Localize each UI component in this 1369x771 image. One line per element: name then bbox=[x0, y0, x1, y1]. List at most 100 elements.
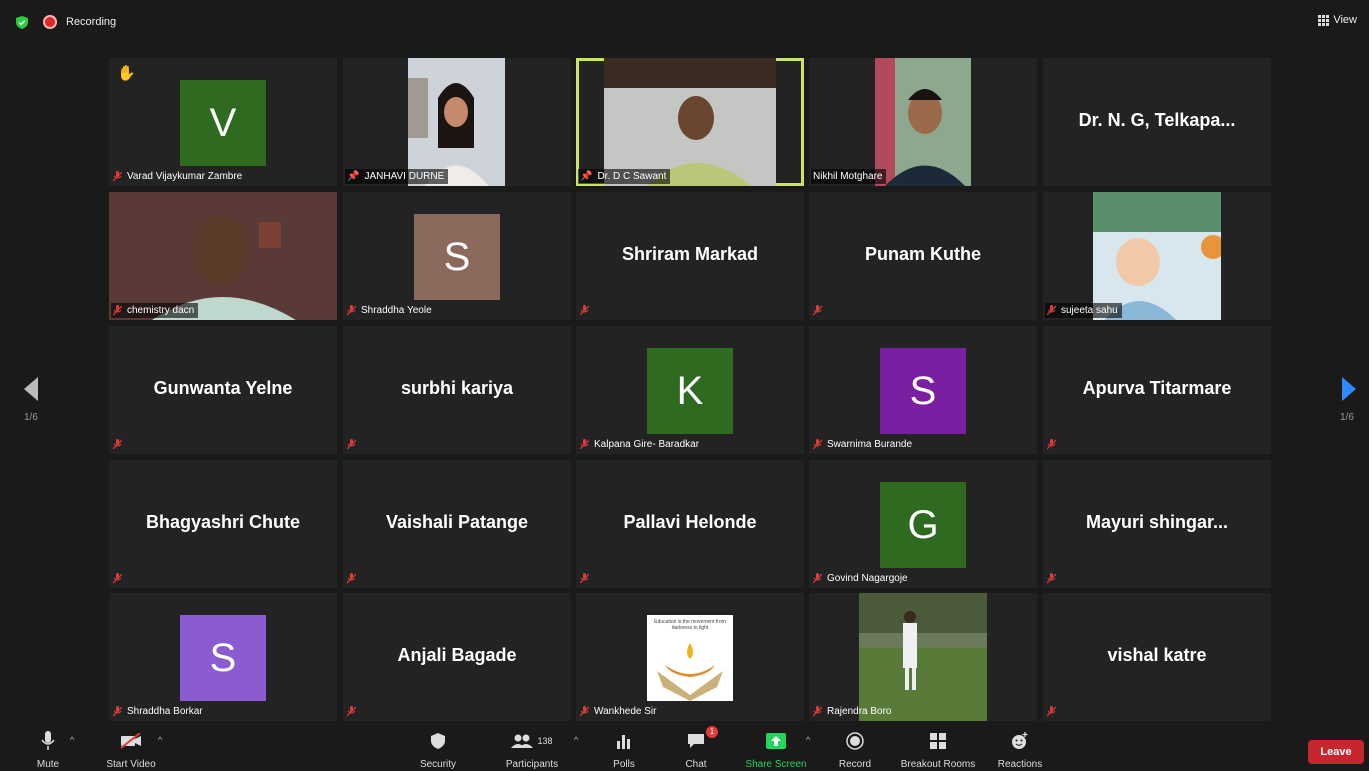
mute-options-caret-icon[interactable]: ^ bbox=[70, 735, 74, 745]
participant-tile[interactable]: 📌 JANHAVI DURNE bbox=[343, 58, 571, 186]
participant-tile[interactable]: K Kalpana Gire- Baradkar bbox=[576, 326, 804, 454]
name-label: Swarnima Burande bbox=[811, 437, 916, 452]
muted-mic-icon bbox=[1047, 573, 1056, 584]
participant-tile[interactable]: Bhagyashri Chute bbox=[109, 460, 337, 588]
participant-tile-active-speaker[interactable]: 📌 Dr. D C Sawant bbox=[576, 58, 804, 186]
name-label: Varad Vijaykumar Zambre bbox=[111, 169, 246, 184]
chat-icon bbox=[688, 734, 704, 748]
name-label bbox=[111, 571, 131, 586]
start-video-button[interactable]: Start Video bbox=[100, 729, 162, 770]
avatar: V bbox=[180, 80, 266, 166]
share-screen-label: Share Screen bbox=[745, 759, 807, 770]
participant-name: Vaishali Patange bbox=[385, 512, 529, 532]
participant-name: surbhi kariya bbox=[400, 378, 514, 398]
participant-tile[interactable]: Rajendra Boro bbox=[809, 593, 1037, 721]
name-label: Wankhede Sir bbox=[578, 704, 660, 719]
participant-name: Dr. D C Sawant bbox=[597, 171, 667, 182]
participant-tile[interactable]: Apurva Titarmare bbox=[1043, 326, 1271, 454]
avatar-initial: S bbox=[909, 368, 937, 413]
recording-icon[interactable] bbox=[43, 15, 57, 29]
participant-tile[interactable]: G Govind Nagargoje bbox=[809, 460, 1037, 588]
security-label: Security bbox=[419, 759, 457, 770]
name-label bbox=[345, 571, 365, 586]
participants-icon bbox=[511, 734, 534, 748]
muted-mic-icon bbox=[813, 439, 822, 450]
participant-name: Shraddha Borkar bbox=[127, 706, 203, 717]
participant-tile[interactable]: Education is the movement from darkness … bbox=[576, 593, 804, 721]
avatar: S bbox=[880, 348, 966, 434]
muted-mic-icon bbox=[1047, 305, 1056, 316]
name-label bbox=[811, 303, 831, 318]
participant-tile[interactable]: surbhi kariya bbox=[343, 326, 571, 454]
participant-tile[interactable]: S Shraddha Borkar bbox=[109, 593, 337, 721]
share-options-caret-icon[interactable]: ^ bbox=[806, 735, 810, 745]
participant-name: Pallavi Helonde bbox=[623, 512, 757, 532]
participant-tile[interactable]: S Swarnima Burande bbox=[809, 326, 1037, 454]
participant-tile[interactable]: Mayuri shingar... bbox=[1043, 460, 1271, 588]
muted-mic-icon bbox=[347, 706, 356, 717]
participant-tile[interactable]: chemistry dacn bbox=[109, 192, 337, 320]
participant-tile[interactable]: Gunwanta Yelne bbox=[109, 326, 337, 454]
name-label bbox=[345, 704, 365, 719]
recording-label: Recording bbox=[66, 16, 117, 28]
name-label: Nikhil Motghare bbox=[811, 169, 887, 184]
leave-button[interactable]: Leave bbox=[1308, 740, 1364, 764]
video-feed bbox=[875, 58, 971, 186]
next-page-arrow-icon[interactable] bbox=[1342, 377, 1356, 401]
participant-tile[interactable]: Anjali Bagade bbox=[343, 593, 571, 721]
participant-name: vishal katre bbox=[1107, 645, 1207, 665]
share-screen-button[interactable]: Share Screen bbox=[742, 729, 810, 770]
participant-name: Shraddha Yeole bbox=[361, 305, 432, 316]
muted-mic-icon bbox=[580, 439, 589, 450]
participant-tile[interactable]: Punam Kuthe bbox=[809, 192, 1037, 320]
muted-mic-icon bbox=[113, 573, 122, 584]
participant-tile[interactable]: ✋ V Varad Vijaykumar Zambre bbox=[109, 58, 337, 186]
participant-name: Gunwanta Yelne bbox=[153, 378, 293, 398]
previous-page-arrow-icon[interactable] bbox=[24, 377, 38, 401]
name-label: Rajendra Boro bbox=[811, 704, 895, 719]
gallery-grid-icon bbox=[1318, 14, 1330, 26]
polls-icon bbox=[617, 735, 630, 749]
video-options-caret-icon[interactable]: ^ bbox=[158, 735, 162, 745]
muted-mic-icon bbox=[580, 706, 589, 717]
breakout-rooms-button[interactable]: Breakout Rooms bbox=[896, 729, 980, 770]
participant-tile[interactable]: Vaishali Patange bbox=[343, 460, 571, 588]
participant-tile[interactable]: vishal katre bbox=[1043, 593, 1271, 721]
participant-tile[interactable]: sujeeta sahu bbox=[1043, 192, 1271, 320]
participant-name: Apurva Titarmare bbox=[1082, 378, 1232, 398]
reactions-button[interactable]: Reactions bbox=[996, 729, 1044, 770]
participant-tile[interactable]: Pallavi Helonde bbox=[576, 460, 804, 588]
pin-icon: 📌 bbox=[347, 171, 360, 182]
polls-button[interactable]: Polls bbox=[608, 729, 640, 770]
name-label bbox=[1045, 437, 1065, 452]
muted-mic-icon bbox=[113, 439, 122, 450]
mute-button[interactable]: Mute bbox=[30, 729, 66, 770]
participant-tile[interactable]: Dr. N. G, Telkapa... bbox=[1043, 58, 1271, 186]
participant-tile[interactable]: S Shraddha Yeole bbox=[343, 192, 571, 320]
chat-button[interactable]: 1 Chat bbox=[680, 726, 718, 770]
muted-mic-icon bbox=[1047, 706, 1056, 717]
video-feed bbox=[408, 58, 505, 186]
record-icon bbox=[846, 732, 864, 750]
name-label bbox=[578, 571, 598, 586]
avatar-initial: V bbox=[209, 100, 237, 145]
muted-mic-icon bbox=[347, 573, 356, 584]
avatar-initial: G bbox=[907, 502, 939, 547]
participant-name: Bhagyashri Chute bbox=[145, 512, 301, 532]
participant-tile[interactable]: Nikhil Motghare bbox=[809, 58, 1037, 186]
muted-mic-icon bbox=[113, 171, 122, 182]
participants-options-caret-icon[interactable]: ^ bbox=[574, 735, 578, 745]
participants-button[interactable]: 138 Participants bbox=[500, 729, 564, 770]
participant-name: Mayuri shingar... bbox=[1085, 512, 1229, 532]
view-button[interactable]: View bbox=[1318, 14, 1357, 26]
participant-tile[interactable]: Shriram Markad bbox=[576, 192, 804, 320]
reactions-label: Reactions bbox=[997, 759, 1043, 770]
security-button[interactable]: Security bbox=[416, 729, 460, 770]
avatar-initial: K bbox=[676, 368, 704, 413]
record-button[interactable]: Record bbox=[836, 729, 874, 770]
encryption-shield-icon[interactable] bbox=[16, 16, 28, 29]
profile-picture bbox=[859, 593, 987, 721]
avatar: K bbox=[647, 348, 733, 434]
name-label: sujeeta sahu bbox=[1045, 303, 1122, 318]
name-label: chemistry dacn bbox=[111, 303, 199, 318]
